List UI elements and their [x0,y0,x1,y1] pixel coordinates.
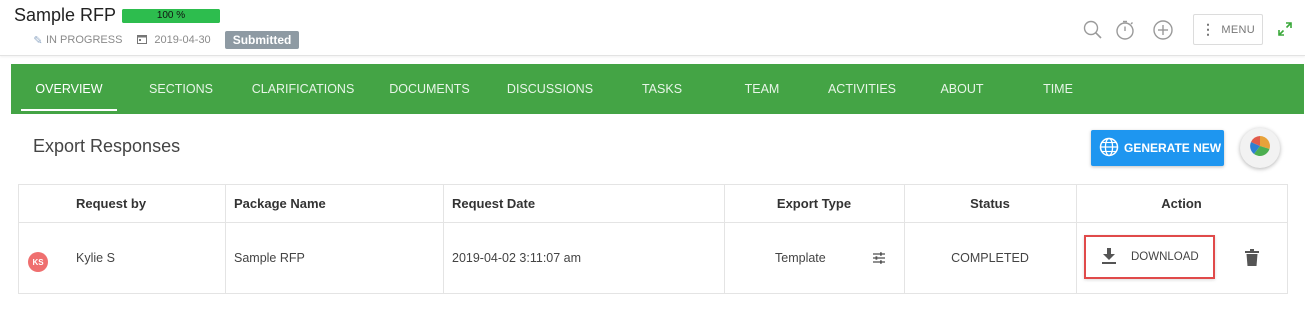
page-header: Sample RFP 100 % ✎ IN PROGRESS 2019-04-3… [0,0,1305,56]
table-header: Request by Package Name Request Date Exp… [19,185,1287,223]
search-icon[interactable] [1082,19,1104,41]
progress-bar: 100 % [122,9,220,23]
column-header-action: Action [1161,196,1202,211]
pencil-icon: ✎ [33,34,43,47]
state-label: IN PROGRESS [46,34,123,46]
export-type-cell: Template [775,251,826,265]
tab-sections[interactable]: SECTIONS [127,64,235,114]
calendar-icon [136,34,148,47]
avatar: KS [28,252,48,272]
page-title: Sample RFP [14,5,117,25]
column-header-status: Status [970,196,1010,211]
due-date: 2019-04-30 [154,34,211,46]
project-meta: ✎ IN PROGRESS 2019-04-30 Submitted [32,31,300,49]
column-header-package-name: Package Name [234,196,326,211]
column-header-request-by: Request by [76,196,147,211]
request-by-cell: Kylie S [76,251,115,265]
tab-team[interactable]: TEAM [712,64,812,114]
generate-new-button[interactable]: GENERATE NEW [1091,130,1224,166]
pie-chart-icon [1249,135,1271,162]
tune-icon[interactable] [872,223,886,293]
expand-icon[interactable] [1278,22,1292,36]
tab-documents[interactable]: DOCUMENTS [371,64,488,114]
tab-time[interactable]: TIME [1012,64,1104,114]
pie-chart-button[interactable] [1240,128,1280,168]
generate-new-label: GENERATE NEW [1124,141,1222,155]
export-table: Request by Package Name Request Date Exp… [18,184,1288,294]
column-header-request-date: Request Date [452,196,536,211]
tab-overview[interactable]: OVERVIEW [11,64,127,114]
timer-icon[interactable] [1114,19,1136,41]
package-name-cell: Sample RFP [234,251,305,265]
download-button[interactable]: DOWNLOAD [1084,235,1215,279]
section-title: Export Responses [33,136,181,156]
progress-label: 100 % [156,10,186,21]
tab-clarifications[interactable]: CLARIFICATIONS [235,64,371,114]
menu-label: MENU [1221,23,1255,36]
tab-tasks[interactable]: TASKS [612,64,712,114]
menu-button[interactable]: ⋮ MENU [1193,14,1263,45]
status-badge: Submitted [224,31,300,49]
tab-activities[interactable]: ACTIVITIES [812,64,912,114]
tab-discussions[interactable]: DISCUSSIONS [488,64,612,114]
trash-icon[interactable] [1245,249,1259,271]
more-vert-icon: ⋮ [1201,21,1216,37]
status-cell: COMPLETED [951,251,1029,265]
tab-about[interactable]: ABOUT [912,64,1012,114]
add-icon[interactable] [1152,19,1174,41]
download-icon [1102,247,1116,267]
download-label: DOWNLOAD [1131,251,1199,263]
globe-icon [1099,137,1124,160]
tab-bar: OVERVIEW SECTIONS CLARIFICATIONS DOCUMEN… [11,64,1304,114]
column-header-export-type: Export Type [776,196,852,211]
request-date-cell: 2019-04-02 3:11:07 am [452,251,582,265]
table-row: KS Kylie S Sample RFP 2019-04-02 3:11:07… [19,223,1287,293]
